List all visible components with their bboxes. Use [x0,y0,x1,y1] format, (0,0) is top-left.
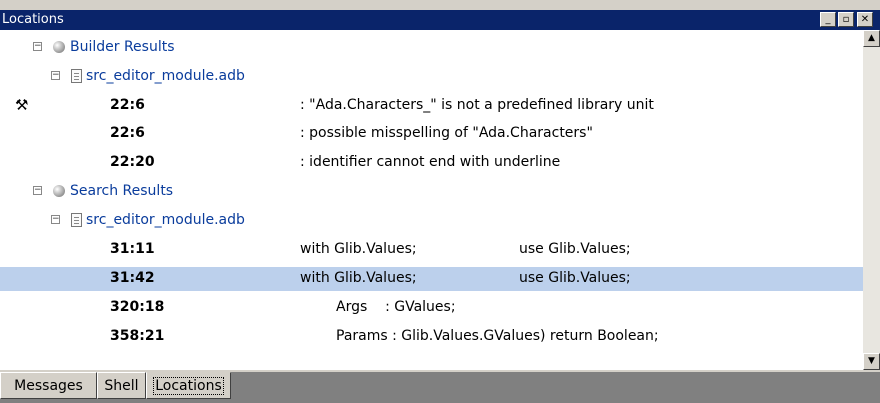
message-location: 320:18 [110,299,165,315]
bottom-tab-bar: Messages Shell Locations [0,372,880,403]
collapse-toggle-icon[interactable]: − [51,71,60,80]
minimize-button[interactable]: _ [820,12,836,27]
wrench-icon[interactable]: ⚒ [15,96,28,114]
close-button[interactable]: ✕ [857,12,873,27]
tab-locations[interactable]: Locations [146,372,231,399]
message-location: 22:6 [110,97,145,113]
search-result-row[interactable]: 320:18 Args : GValues; [0,296,863,320]
category-icon [53,41,65,53]
file-icon [71,213,82,227]
message-row[interactable]: ⚒ 22:6 : "Ada.Characters_" is not a pred… [0,94,863,118]
message-row[interactable]: 22:6 : possible misspelling of "Ada.Char… [0,122,863,146]
file-icon [71,69,82,83]
locations-tree: − Builder Results − src_editor_module.ad… [0,30,863,370]
message-text: : possible misspelling of "Ada.Character… [300,125,593,141]
message-text: with Glib.Values; [300,270,417,286]
file-label: src_editor_module.adb [86,212,245,228]
category-icon [53,185,65,197]
message-row[interactable]: 22:20 : identifier cannot end with under… [0,151,863,175]
category-row-builder[interactable]: − Builder Results [0,36,863,60]
message-text: with Glib.Values; [300,241,417,257]
category-label: Search Results [70,183,174,199]
tab-locations-label: Locations [153,377,224,395]
message-text: : identifier cannot end with underline [300,154,561,170]
message-text: Args : GValues; [336,299,456,315]
scroll-up-arrow-icon[interactable]: ▲ [863,30,880,47]
window-title: Locations [2,12,64,27]
search-result-row[interactable]: 31:11 with Glib.Values; use Glib.Values; [0,238,863,262]
vertical-scrollbar[interactable]: ▲ ▼ [863,30,880,370]
message-text: Params : Glib.Values.GValues) return Boo… [336,328,659,344]
scroll-down-arrow-icon[interactable]: ▼ [863,353,880,370]
locations-panel: Locations _ ▫ ✕ − Builder Results − src_… [0,0,880,403]
collapse-toggle-icon[interactable]: − [33,42,42,51]
collapse-toggle-icon[interactable]: − [33,186,42,195]
title-bar: Locations _ ▫ ✕ [0,10,880,30]
message-text-secondary: use Glib.Values; [519,241,631,257]
file-row-builder[interactable]: − src_editor_module.adb [0,65,863,89]
maximize-button[interactable]: ▫ [838,12,854,27]
search-result-row-partial[interactable] [0,354,863,370]
message-location: 31:11 [110,241,155,257]
collapse-toggle-icon[interactable]: − [51,215,60,224]
file-label: src_editor_module.adb [86,68,245,84]
search-result-row[interactable]: 358:21 Params : Glib.Values.GValues) ret… [0,325,863,349]
file-row-search[interactable]: − src_editor_module.adb [0,209,863,233]
message-text-secondary: use Glib.Values; [519,270,631,286]
category-label: Builder Results [70,39,175,55]
tab-shell[interactable]: Shell [97,372,146,399]
search-result-row-selected[interactable]: 31:42 with Glib.Values; use Glib.Values; [0,267,863,291]
message-location: 22:20 [110,154,155,170]
category-row-search[interactable]: − Search Results [0,180,863,204]
message-location: 358:21 [110,328,165,344]
tab-messages[interactable]: Messages [0,372,97,399]
message-text: : "Ada.Characters_" is not a predefined … [300,97,654,113]
message-location: 22:6 [110,125,145,141]
message-location: 31:42 [110,270,155,286]
